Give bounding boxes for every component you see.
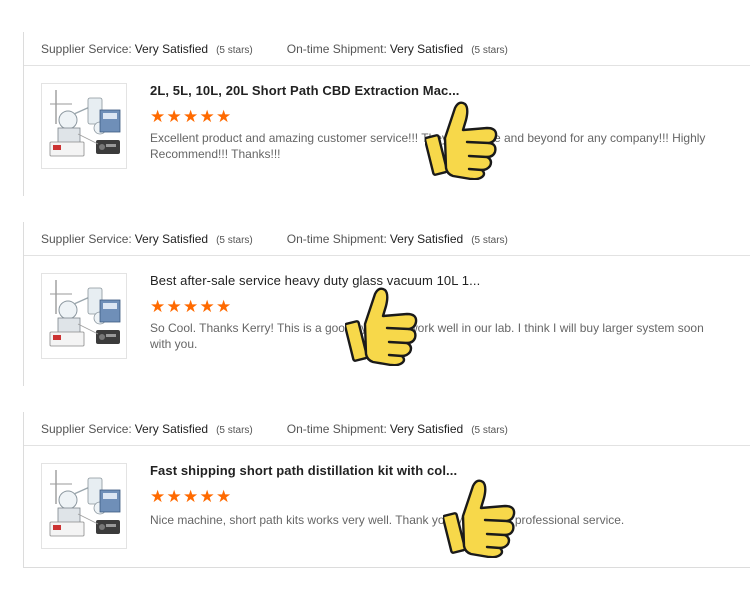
- supplier-service-stars: (5 stars): [216, 234, 253, 246]
- shipment-rating: On-time Shipment: Very Satisfied (5 star…: [287, 42, 508, 56]
- star-icon: ★: [150, 297, 166, 316]
- star-icon: ★: [216, 107, 232, 126]
- product-thumbnail[interactable]: [41, 273, 127, 359]
- supplier-service-value: Very Satisfied: [134, 421, 209, 436]
- product-title-link[interactable]: 2L, 5L, 10L, 20L Short Path CBD Extracti…: [150, 83, 460, 98]
- star-icon: ★: [216, 297, 232, 316]
- rating-summary-bar: Supplier Service: Very Satisfied (5 star…: [24, 222, 750, 256]
- review-card: Supplier Service: Very Satisfied (5 star…: [23, 412, 750, 568]
- supplier-service-label: Supplier Service:: [41, 41, 132, 56]
- star-icon: ★: [199, 487, 215, 506]
- supplier-service-label: Supplier Service:: [41, 421, 132, 436]
- shipment-rating: On-time Shipment: Very Satisfied (5 star…: [287, 422, 508, 436]
- star-icon: ★: [166, 487, 182, 506]
- star-icon: ★: [166, 107, 182, 126]
- shipment-value: Very Satisfied: [389, 231, 464, 246]
- supplier-service-stars: (5 stars): [216, 44, 253, 56]
- star-icon: ★: [199, 107, 215, 126]
- star-icon: ★: [166, 297, 182, 316]
- supplier-service-value: Very Satisfied: [134, 231, 209, 246]
- product-thumbnail[interactable]: [41, 463, 127, 549]
- review-star-rating: ★ ★ ★ ★ ★: [150, 108, 233, 125]
- review-text: So Cool. Thanks Kerry! This is a good sy…: [150, 321, 704, 351]
- lab-equipment-image: [42, 84, 126, 168]
- shipment-stars: (5 stars): [471, 234, 508, 246]
- supplier-service-label: Supplier Service:: [41, 231, 132, 246]
- review-text: Excellent product and amazing customer s…: [150, 131, 706, 161]
- product-title-link[interactable]: Fast shipping short path distillation ki…: [150, 463, 457, 478]
- product-thumbnail[interactable]: [41, 83, 127, 169]
- shipment-label: On-time Shipment:: [286, 421, 387, 436]
- review-text: Nice machine, short path kits works very…: [150, 513, 625, 527]
- shipment-label: On-time Shipment:: [286, 231, 387, 246]
- product-title-link[interactable]: Best after-sale service heavy duty glass…: [150, 273, 480, 288]
- star-icon: ★: [216, 487, 232, 506]
- review-card: Supplier Service: Very Satisfied (5 star…: [23, 32, 750, 196]
- review-card: Supplier Service: Very Satisfied (5 star…: [23, 222, 750, 386]
- review-star-rating: ★ ★ ★ ★ ★: [150, 488, 233, 505]
- lab-equipment-image: [42, 464, 126, 548]
- star-icon: ★: [183, 297, 199, 316]
- rating-summary-bar: Supplier Service: Very Satisfied (5 star…: [24, 32, 750, 66]
- supplier-service-value: Very Satisfied: [134, 41, 209, 56]
- shipment-value: Very Satisfied: [389, 421, 464, 436]
- rating-summary-bar: Supplier Service: Very Satisfied (5 star…: [24, 412, 750, 446]
- star-icon: ★: [183, 487, 199, 506]
- star-icon: ★: [183, 107, 199, 126]
- supplier-service-rating: Supplier Service: Very Satisfied (5 star…: [41, 42, 253, 56]
- supplier-service-rating: Supplier Service: Very Satisfied (5 star…: [41, 232, 253, 246]
- shipment-value: Very Satisfied: [389, 41, 464, 56]
- star-icon: ★: [150, 487, 166, 506]
- star-icon: ★: [199, 297, 215, 316]
- supplier-service-rating: Supplier Service: Very Satisfied (5 star…: [41, 422, 253, 436]
- supplier-service-stars: (5 stars): [216, 424, 253, 436]
- star-icon: ★: [150, 107, 166, 126]
- shipment-rating: On-time Shipment: Very Satisfied (5 star…: [287, 232, 508, 246]
- shipment-stars: (5 stars): [471, 44, 508, 56]
- review-star-rating: ★ ★ ★ ★ ★: [150, 298, 233, 315]
- shipment-label: On-time Shipment:: [286, 41, 387, 56]
- lab-equipment-image: [42, 274, 126, 358]
- shipment-stars: (5 stars): [471, 424, 508, 436]
